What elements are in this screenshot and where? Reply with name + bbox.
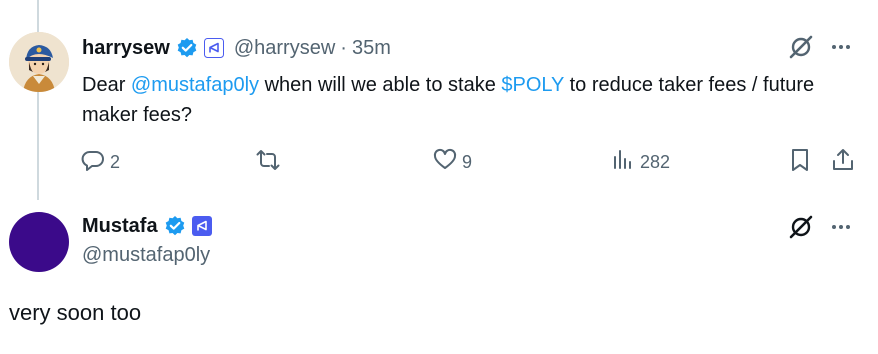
reply-icon bbox=[80, 147, 106, 178]
author-name[interactable]: harrysew bbox=[82, 37, 170, 60]
reply-header: Mustafa bbox=[82, 212, 212, 240]
bookmark-icon bbox=[787, 147, 813, 178]
timestamp[interactable]: 35m bbox=[352, 37, 391, 60]
tweet-text: Dear @mustafap0ly when will we able to s… bbox=[82, 70, 862, 130]
tweet-text-part: when will we able to stake bbox=[259, 74, 502, 96]
like-icon bbox=[432, 147, 458, 178]
more-icon[interactable] bbox=[828, 34, 854, 60]
views-icon bbox=[610, 147, 636, 178]
grok-icon[interactable] bbox=[788, 214, 814, 240]
author-handle[interactable]: @mustafap0ly bbox=[82, 244, 210, 267]
tweet-top-actions bbox=[788, 34, 854, 60]
reply-top-actions bbox=[788, 214, 854, 240]
author-name[interactable]: Mustafa bbox=[82, 215, 158, 238]
verified-badge-icon bbox=[164, 215, 186, 237]
grok-icon[interactable] bbox=[788, 34, 814, 60]
more-icon[interactable] bbox=[828, 214, 854, 240]
avatar[interactable] bbox=[9, 32, 69, 92]
like-count: 9 bbox=[462, 152, 473, 172]
reply-text: very soon too bbox=[9, 300, 142, 325]
author-handle[interactable]: @harrysew bbox=[234, 37, 335, 60]
cashtag-link[interactable]: $POLY bbox=[501, 74, 564, 96]
like-button[interactable]: 9 bbox=[432, 147, 472, 178]
bookmark-button[interactable] bbox=[787, 147, 813, 178]
retweet-icon bbox=[255, 147, 281, 178]
org-badge-icon[interactable] bbox=[203, 38, 224, 58]
tweet-header: harrysew @harrysew · 35m bbox=[82, 34, 391, 62]
thread-connector-line bbox=[37, 0, 39, 200]
avatar[interactable] bbox=[9, 212, 69, 272]
verified-badge-icon bbox=[176, 37, 198, 59]
reply-button[interactable]: 2 bbox=[80, 147, 120, 178]
org-badge-icon[interactable] bbox=[191, 216, 212, 236]
mention-link[interactable]: @mustafap0ly bbox=[131, 74, 259, 96]
retweet-button[interactable] bbox=[255, 147, 281, 178]
share-button[interactable] bbox=[830, 147, 856, 178]
separator-dot: · bbox=[340, 36, 347, 59]
share-icon bbox=[830, 147, 856, 178]
views-button[interactable]: 282 bbox=[610, 147, 670, 178]
reply-count: 2 bbox=[110, 152, 121, 172]
tweet-text-part: Dear bbox=[82, 74, 131, 96]
view-count: 282 bbox=[640, 152, 671, 172]
